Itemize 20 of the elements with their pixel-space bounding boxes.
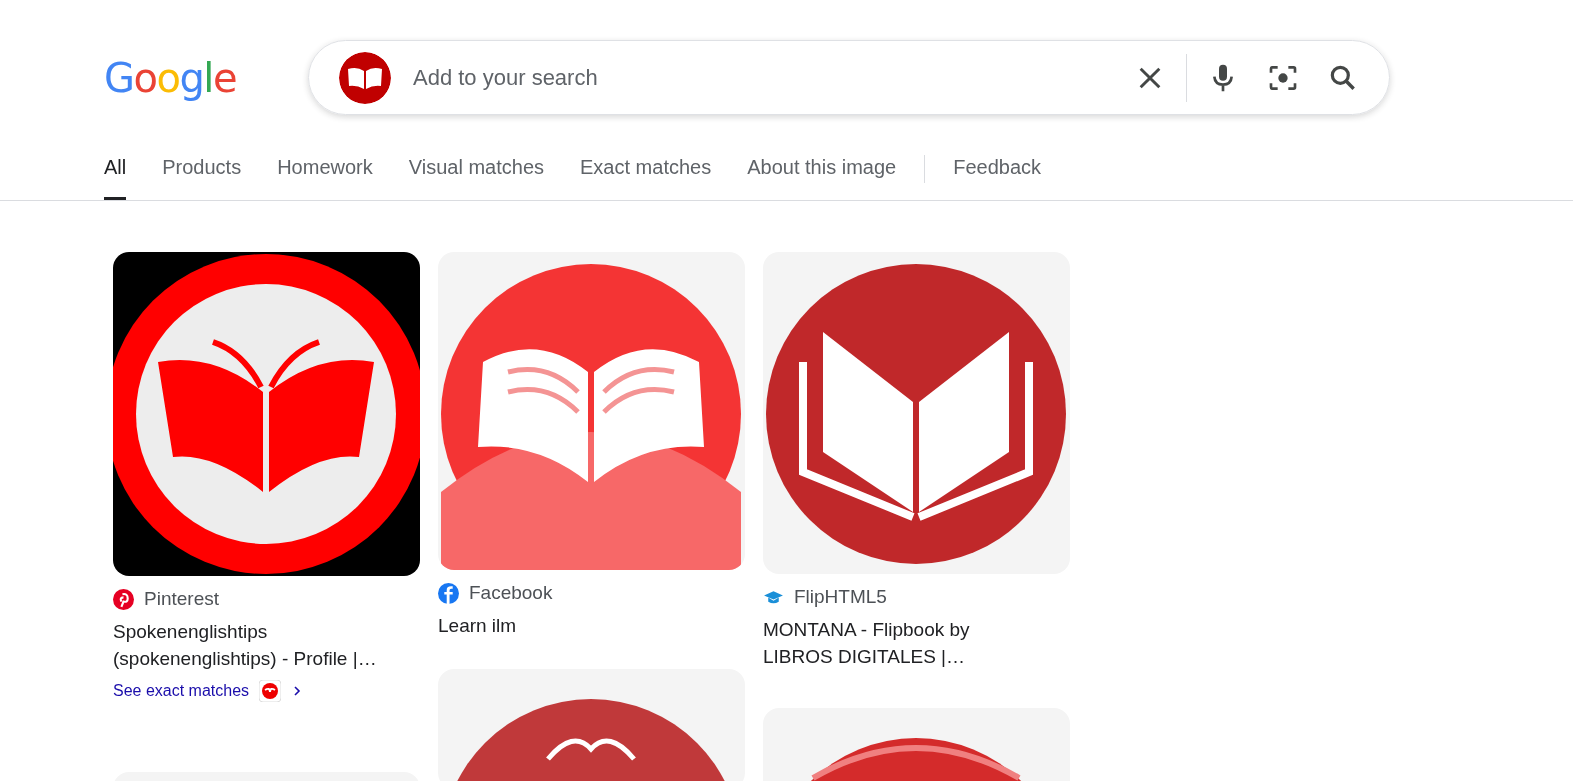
tab[interactable]: All xyxy=(104,145,127,200)
tab[interactable]: Homework xyxy=(277,145,373,200)
result-title[interactable]: MONTANA - Flipbook by LIBROS DIGITALES |… xyxy=(763,616,1070,670)
google-logo[interactable]: Google xyxy=(104,52,239,103)
result-title[interactable]: Learn ilm xyxy=(438,612,745,639)
source-name[interactable]: FlipHTML5 xyxy=(794,586,887,608)
tab[interactable]: Products xyxy=(162,145,242,200)
tab[interactable]: Exact matches xyxy=(580,145,712,200)
f-logo-icon xyxy=(438,582,459,604)
heart-thumbnail-icon xyxy=(259,680,282,702)
tab[interactable]: About this image xyxy=(747,145,897,200)
pin-icon xyxy=(113,588,134,610)
search-input[interactable]: Add to your search xyxy=(411,63,1134,92)
source-name[interactable]: Facebook xyxy=(469,582,553,604)
result-title[interactable]: Spokenenglishtips (spokenenglishtips) - Profile |… xyxy=(113,618,420,672)
tab[interactable]: Visual matches xyxy=(408,145,544,200)
feedback-link[interactable]: Feedback xyxy=(953,145,1041,200)
book-thumbnail-icon[interactable] xyxy=(339,51,391,104)
exact-matches-link[interactable]: See exact matches xyxy=(113,680,304,702)
source-name[interactable]: Pinterest xyxy=(144,588,219,610)
